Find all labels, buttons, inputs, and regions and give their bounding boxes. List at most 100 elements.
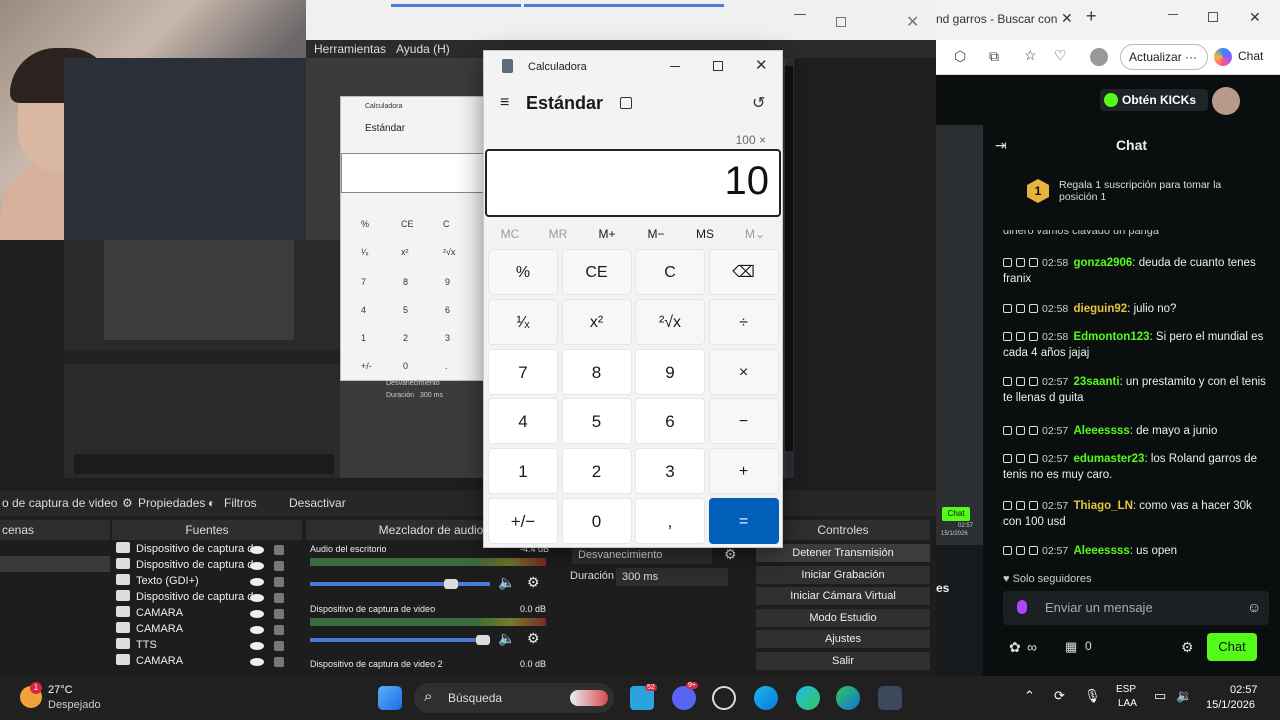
copilot-chat-button[interactable]: Chat [1238, 49, 1263, 63]
timeout-icon[interactable] [1016, 304, 1025, 313]
speaker-icon[interactable]: 🔈 [498, 630, 515, 647]
message-user[interactable]: Aleeessss [1073, 425, 1129, 437]
timeout-icon[interactable] [1016, 546, 1025, 555]
chat-message[interactable]: 02:57 Thiago_LN: como vas a hacer 30k co… [1003, 498, 1273, 530]
digit-4-button[interactable]: 4 [488, 398, 558, 445]
gear-icon[interactable]: ⚙ [724, 546, 737, 563]
settings-button[interactable]: Ajustes [756, 630, 930, 648]
backspace-button[interactable]: ⌫ [708, 249, 779, 295]
microphone-icon[interactable] [1017, 600, 1027, 614]
volume-knob[interactable] [444, 579, 458, 589]
close-tab-icon[interactable]: ✕ [1061, 10, 1073, 27]
lock-icon[interactable] [274, 593, 284, 603]
multiply-button[interactable]: × [708, 348, 779, 395]
message-user[interactable]: Edmonton123 [1073, 331, 1149, 343]
message-user[interactable]: 23saanti [1073, 376, 1119, 388]
edge-dev-icon[interactable] [796, 686, 820, 710]
update-button[interactable]: Actualizar ··· [1120, 44, 1208, 70]
memory-list-button[interactable]: M⌄ [735, 227, 775, 241]
discord-icon[interactable] [672, 686, 696, 710]
digit-6-button[interactable]: 6 [635, 398, 705, 445]
settings-icon[interactable]: ⚙ [1181, 639, 1194, 656]
lock-icon[interactable] [274, 545, 284, 555]
percent-button[interactable]: % [488, 249, 558, 295]
exit-button[interactable]: Salir [756, 652, 930, 670]
digit-1-button[interactable]: 1 [488, 448, 558, 495]
message-user[interactable]: Aleeessss [1073, 545, 1129, 557]
memory-subtract-button[interactable]: M− [636, 227, 676, 241]
keep-on-top-icon[interactable] [620, 97, 632, 109]
minimize-icon[interactable] [670, 66, 680, 67]
start-virtual-camera-button[interactable]: Iniciar Cámara Virtual [756, 587, 930, 605]
copilot-icon[interactable] [1214, 48, 1232, 66]
deactivate-button[interactable]: Desactivar [289, 496, 346, 510]
volume-slider[interactable] [310, 638, 490, 642]
lock-icon[interactable] [274, 577, 284, 587]
delete-icon[interactable] [1003, 332, 1012, 341]
eye-icon[interactable] [250, 594, 264, 602]
equals-button[interactable]: = [708, 498, 779, 544]
studio-mode-button[interactable]: Modo Estudio [756, 609, 930, 627]
microphone-icon[interactable]: 🎙 [1084, 688, 1101, 704]
menu-help[interactable]: Ayuda (H) [396, 42, 450, 56]
message-user[interactable]: edumaster23 [1073, 453, 1144, 465]
square-button[interactable]: x² [561, 298, 632, 345]
lock-icon[interactable] [274, 625, 284, 635]
timeout-icon[interactable] [1016, 258, 1025, 267]
history-icon[interactable]: ↺ [752, 93, 765, 113]
transition-select[interactable]: Desvanecimiento [572, 546, 712, 564]
delete-icon[interactable] [1003, 426, 1012, 435]
chat-message[interactable]: 02:58 dieguin92: julio no? [1003, 301, 1273, 317]
digit-5-button[interactable]: 5 [561, 398, 632, 445]
delete-icon[interactable] [1003, 258, 1012, 267]
chat-message[interactable]: 02:57 Aleeessss: de mayo a junio [1003, 423, 1273, 439]
decimal-button[interactable]: , [635, 498, 705, 544]
chat-message[interactable]: 02:58 Edmonton123: Si pero el mundial es… [1003, 329, 1273, 361]
user-avatar[interactable] [1212, 87, 1240, 115]
points-icon[interactable]: ✿ [1009, 639, 1021, 656]
side-chat-button[interactable]: Chat [942, 507, 970, 521]
emoji-icon[interactable]: ☺ [1247, 599, 1261, 615]
network-icon[interactable]: ▭ [1154, 688, 1166, 704]
chat-message[interactable]: 02:58 gonza2906: deuda de cuanto tenes f… [1003, 255, 1273, 287]
profile-avatar[interactable] [1090, 48, 1108, 66]
timeout-icon[interactable] [1016, 377, 1025, 386]
gear-icon[interactable]: ⚙ [527, 630, 540, 647]
calculator-taskbar-icon[interactable] [878, 686, 902, 710]
message-user[interactable]: Thiago_LN [1073, 500, 1132, 512]
close-icon[interactable]: ✕ [755, 56, 768, 74]
subtract-button[interactable]: − [708, 398, 779, 445]
edge-beta-icon[interactable] [836, 686, 860, 710]
lock-icon[interactable] [274, 657, 284, 667]
maximize-icon[interactable] [1208, 12, 1218, 22]
properties-button[interactable]: Propiedades [138, 496, 205, 510]
minimize-icon[interactable] [1168, 14, 1178, 15]
chevron-up-icon[interactable]: ⌃ [1024, 688, 1035, 704]
volume-icon[interactable]: 🔉 [1176, 688, 1192, 704]
chat-message[interactable]: 02:57 Aleeessss: us open [1003, 543, 1273, 559]
minimize-icon[interactable] [794, 14, 806, 15]
eye-icon[interactable] [250, 610, 264, 618]
eye-icon[interactable] [250, 546, 264, 554]
extensions-icon[interactable]: ⬡ [954, 48, 966, 65]
eye-icon[interactable] [250, 562, 264, 570]
digit-2-button[interactable]: 2 [561, 448, 632, 495]
message-user[interactable]: dieguin92 [1073, 303, 1127, 315]
digit-9-button[interactable]: 9 [635, 348, 705, 395]
chat-message[interactable]: 02:57 edumaster23: los Roland garros de … [1003, 451, 1273, 483]
menu-tools[interactable]: Herramientas [314, 42, 386, 56]
clock-time[interactable]: 02:57 [1230, 684, 1258, 696]
lock-icon[interactable] [274, 609, 284, 619]
weather-temp[interactable]: 27°C [48, 684, 73, 696]
volume-slider[interactable] [310, 582, 490, 586]
memory-add-button[interactable]: M+ [587, 227, 627, 241]
memory-clear-button[interactable]: MC [490, 227, 530, 241]
start-icon[interactable] [378, 686, 402, 710]
digit-7-button[interactable]: 7 [488, 348, 558, 395]
timeout-icon[interactable] [1016, 332, 1025, 341]
eye-icon[interactable] [250, 658, 264, 666]
delete-icon[interactable] [1003, 501, 1012, 510]
divide-button[interactable]: ÷ [708, 298, 779, 345]
chat-input[interactable]: Enviar un mensaje ☺ [1003, 591, 1269, 625]
eye-icon[interactable] [250, 626, 264, 634]
